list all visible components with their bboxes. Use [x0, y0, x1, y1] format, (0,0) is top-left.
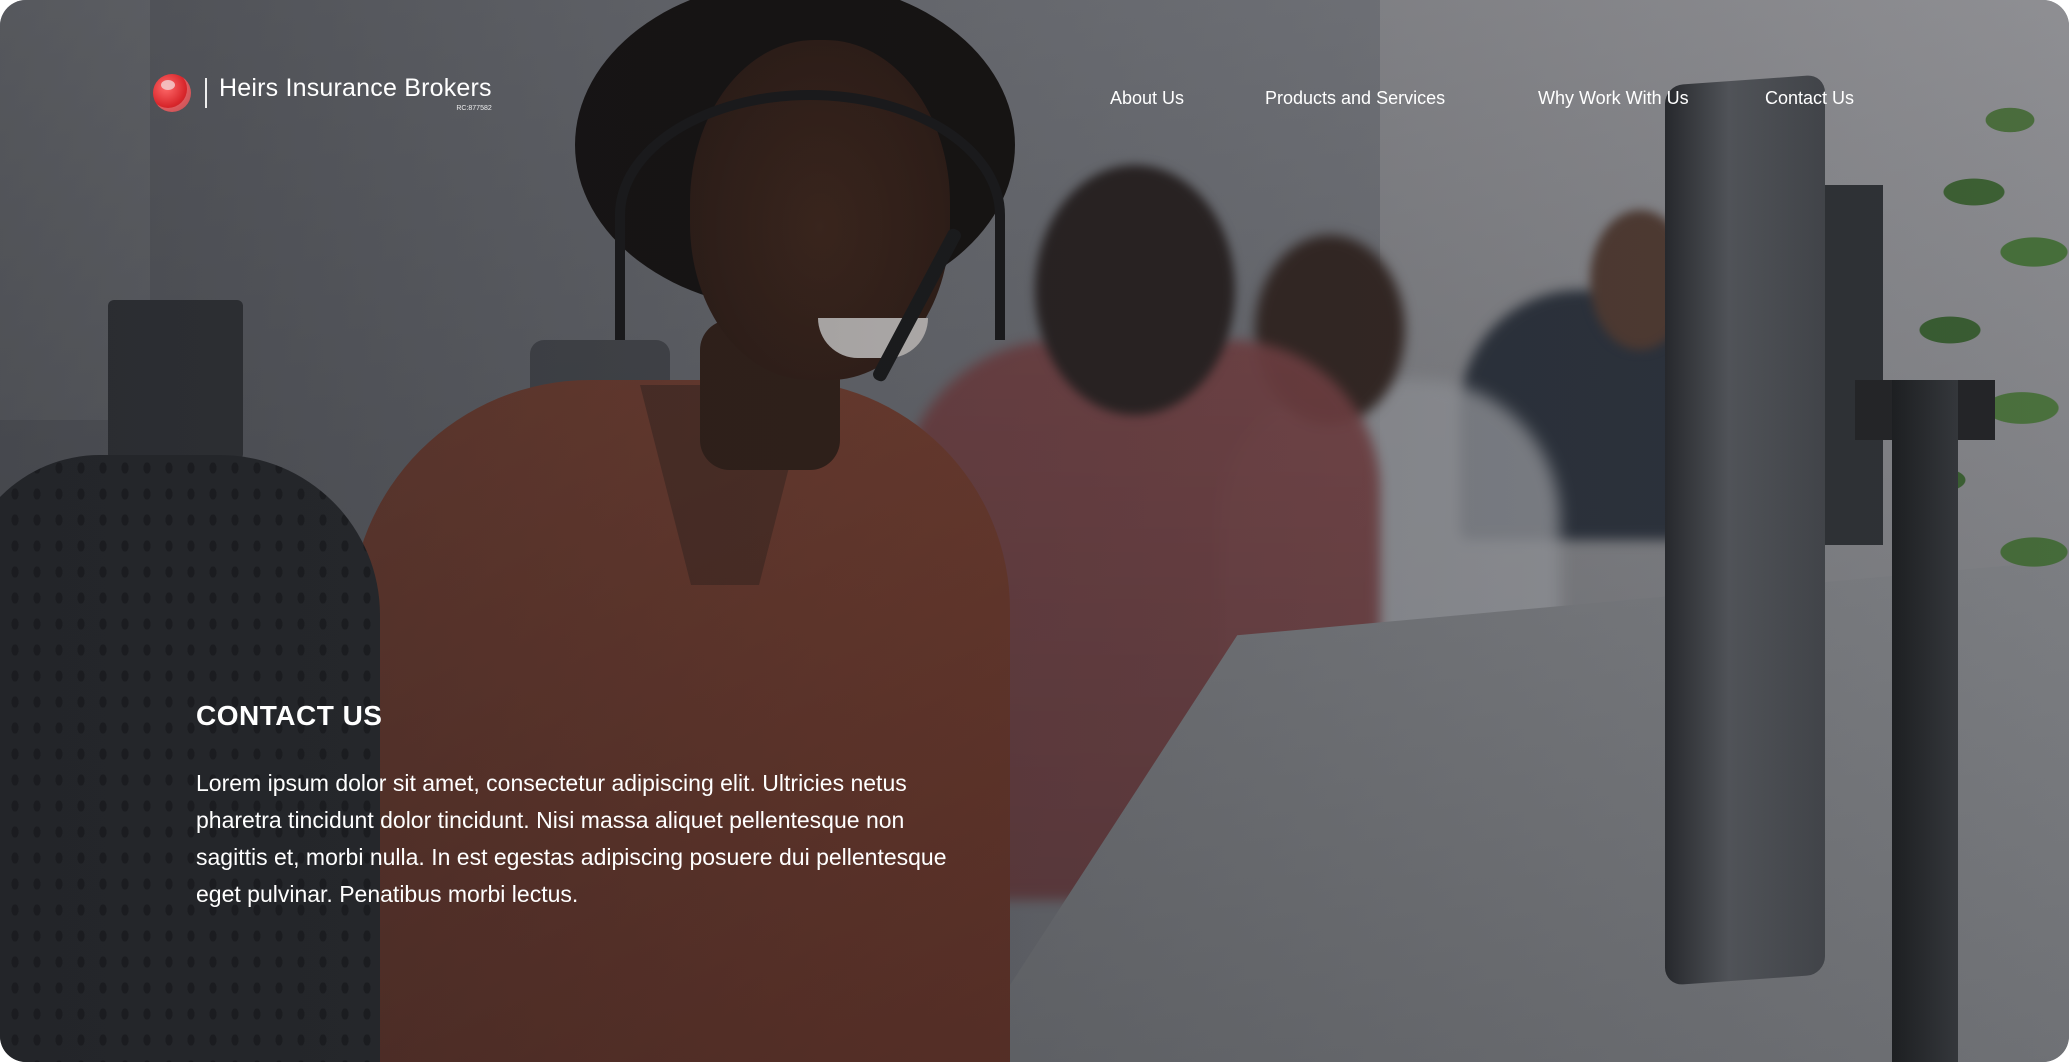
nav-contact-us[interactable]: Contact Us	[1765, 88, 1854, 109]
nav-products-and-services[interactable]: Products and Services	[1265, 88, 1445, 109]
nav-why-work-with-us[interactable]: Why Work With Us	[1538, 88, 1689, 109]
hero-description: Lorem ipsum dolor sit amet, consectetur …	[196, 770, 947, 907]
main-nav: About Us Products and Services Why Work …	[0, 88, 2069, 116]
nav-about-us[interactable]: About Us	[1110, 88, 1184, 109]
hero-section: Heirs Insurance Brokers RC:877582 About …	[0, 0, 2069, 1062]
page-title: CONTACT US	[196, 700, 383, 731]
